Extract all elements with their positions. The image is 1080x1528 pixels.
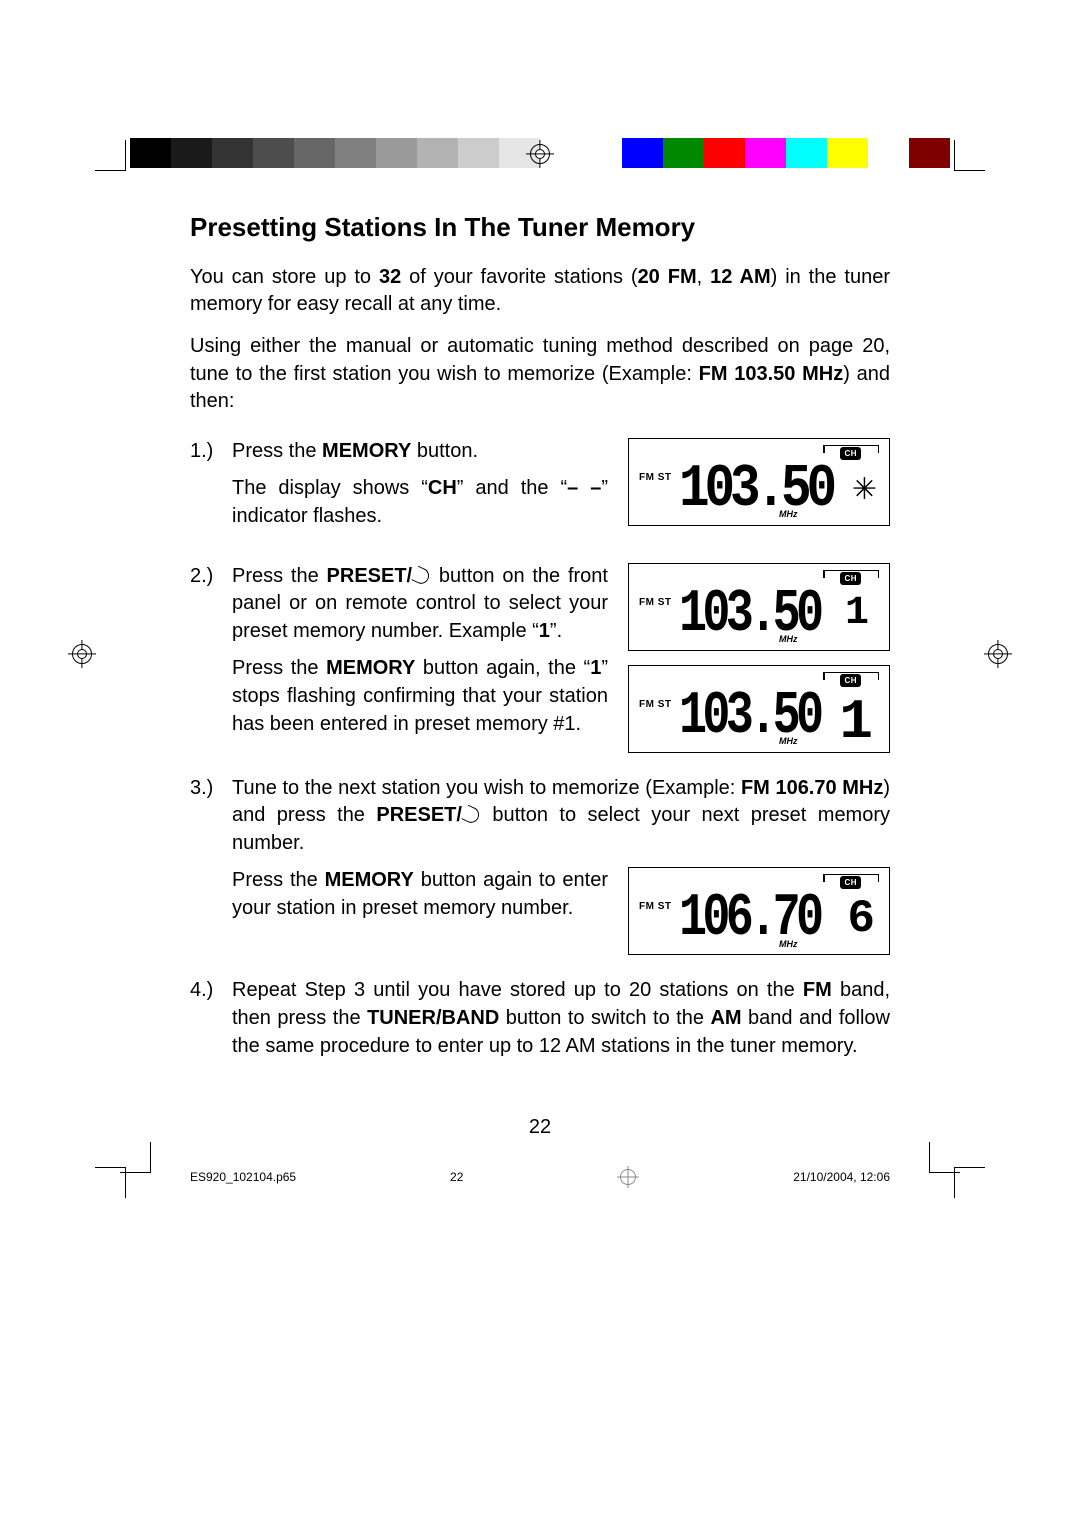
step-1: 1.) Press the MEMORY button. The display…	[190, 438, 890, 541]
crop-mark-icon	[120, 1142, 151, 1173]
lcd-display-2: CH FM ST 103.50 MHz 1	[628, 563, 890, 651]
ch-badge: CH	[840, 447, 861, 460]
footer-date: 21/10/2004, 12:06	[793, 1169, 890, 1186]
crop-mark-icon	[95, 140, 126, 171]
preset-number: 1	[839, 684, 873, 761]
step-4: 4.) Repeat Step 3 until you have stored …	[190, 977, 890, 1060]
preset-icon	[411, 565, 431, 586]
footer-filename: ES920_102104.p65	[190, 1169, 296, 1186]
registration-mark-icon	[68, 640, 96, 668]
crop-mark-icon	[954, 140, 985, 171]
step-number: 2.)	[190, 563, 213, 591]
fm-st-label: FM ST	[639, 900, 672, 914]
fm-st-label: FM ST	[639, 698, 672, 712]
preset-number: 6	[847, 888, 875, 951]
crop-mark-icon	[929, 1142, 960, 1173]
intro-paragraph-1: You can store up to 32 of your favorite …	[190, 264, 890, 319]
step-number: 1.)	[190, 438, 213, 466]
mhz-label: MHz	[779, 938, 798, 950]
preset-icon	[461, 805, 481, 826]
frequency-value: 106.70	[679, 878, 819, 961]
step-number: 3.)	[190, 775, 213, 803]
frequency-value: 103.50	[679, 449, 832, 532]
page-content: Presetting Stations In The Tuner Memory …	[190, 210, 890, 1070]
mhz-label: MHz	[779, 508, 798, 520]
step-number: 4.)	[190, 977, 213, 1005]
mhz-label: MHz	[779, 633, 798, 645]
fm-st-label: FM ST	[639, 471, 672, 485]
frequency-value: 103.50	[679, 574, 819, 657]
flash-indicator-icon: ✳	[852, 469, 877, 510]
preset-number: 1	[845, 586, 869, 641]
frequency-value: 103.50	[679, 676, 819, 759]
step-3: 3.) Tune to the next station you wish to…	[190, 775, 890, 956]
page-number: 22	[529, 1114, 551, 1142]
ch-badge: CH	[840, 572, 861, 585]
step-2: 2.) Press the PRESET/ button on the fron…	[190, 563, 890, 753]
lcd-display-1: CH FM ST 103.50 MHz ✳	[628, 438, 890, 526]
registration-mark-icon	[984, 640, 1012, 668]
lcd-display-4: CH FM ST 106.70 MHz 6	[628, 867, 890, 955]
footer-page: 22	[450, 1169, 463, 1186]
fm-st-label: FM ST	[639, 596, 672, 610]
registration-mark-icon	[526, 140, 554, 168]
lcd-display-3: CH FM ST 103.50 MHz 1	[628, 665, 890, 753]
page-footer: ES920_102104.p65 22 21/10/2004, 12:06	[190, 1166, 890, 1188]
registration-mark-icon	[617, 1166, 639, 1188]
mhz-label: MHz	[779, 735, 798, 747]
section-heading: Presetting Stations In The Tuner Memory	[190, 210, 890, 246]
intro-paragraph-2: Using either the manual or automatic tun…	[190, 333, 890, 416]
